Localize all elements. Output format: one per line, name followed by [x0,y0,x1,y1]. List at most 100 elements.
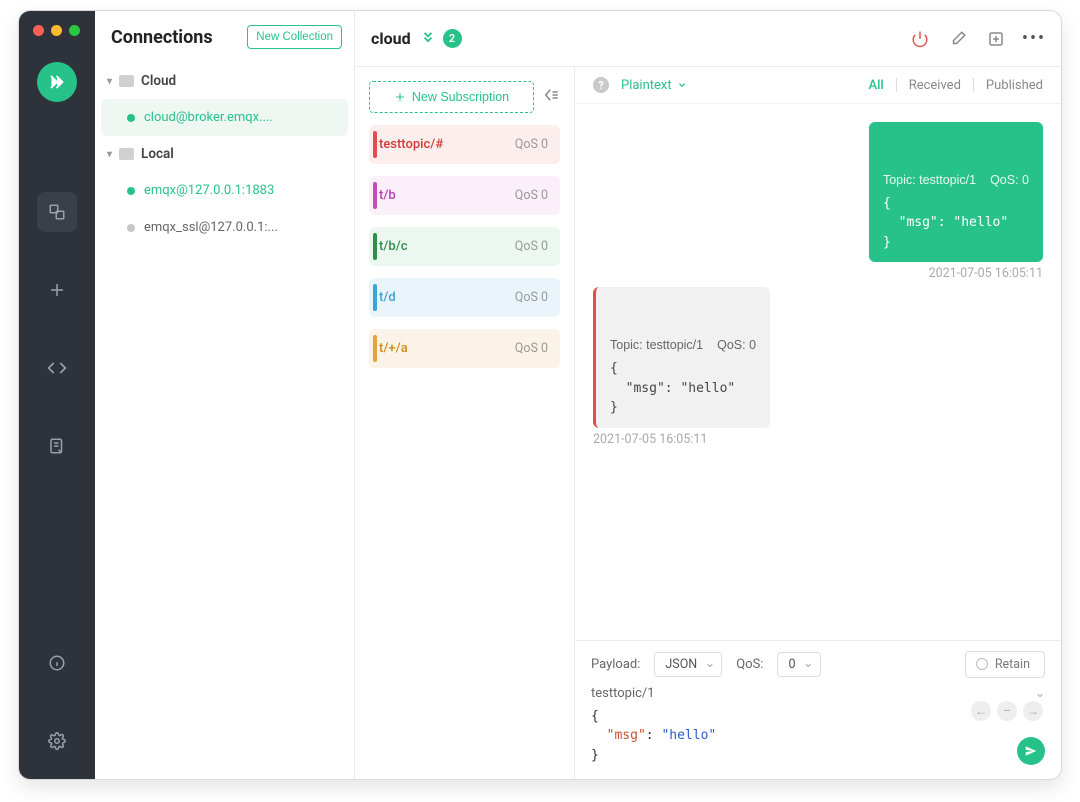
main-area: cloud 2 ••• New Sub [355,11,1061,779]
subscription-qos: QoS 0 [515,290,548,305]
retain-toggle[interactable]: Retain [965,651,1045,678]
payload-value: "hello" [661,728,716,743]
more-menu-button[interactable]: ••• [1023,28,1045,50]
message-topic: Topic: testtopic/1 [883,171,976,190]
main-header: cloud 2 ••• [355,11,1061,67]
subscription-topic: t/+/a [379,341,408,356]
status-dot-icon [127,187,135,195]
nav-connections-icon[interactable] [37,192,77,232]
left-rail [19,11,95,779]
connection-group-local[interactable]: ▾ Local [95,136,354,172]
publish-topic-input[interactable]: testtopic/1 ⌄ [591,686,1045,701]
close-window-icon[interactable] [33,25,44,36]
publish-topic-value: testtopic/1 [591,686,655,701]
connection-label: emqx@127.0.0.1:1883 [144,183,274,198]
connections-title: Connections [111,27,213,48]
payload-format-label: Plaintext [621,78,672,93]
connections-panel: Connections New Collection ▾ Cloud cloud… [95,11,355,779]
subscription-topic: t/d [379,290,396,305]
subscription-topic: testtopic/# [379,137,443,152]
group-label: Cloud [141,73,176,89]
filter-tab-received[interactable]: Received [909,78,961,93]
folder-icon [119,75,134,87]
connection-item-cloud-broker[interactable]: cloud@broker.emqx.... [101,99,348,136]
subscription-qos: QoS 0 [515,341,548,356]
message-received: Topic: testtopic/1 QoS: 0 { "msg": "hell… [593,287,1043,446]
subscription-qos: QoS 0 [515,137,548,152]
new-subscription-label: New Subscription [412,90,509,104]
retain-label: Retain [995,657,1030,672]
payload-key: "msg" [607,728,646,743]
status-dot-icon [127,114,135,122]
message-qos: QoS: 0 [717,336,756,355]
subscription-qos: QoS 0 [515,188,548,203]
subscription-item[interactable]: t/d QoS 0 [369,278,560,317]
folder-icon [119,148,134,160]
message-bubble[interactable]: Topic: testtopic/1 QoS: 0 { "msg": "hell… [593,287,770,427]
nav-log-icon[interactable] [37,426,77,466]
connection-title: cloud [371,29,411,48]
subscription-item[interactable]: t/b QoS 0 [369,176,560,215]
nav-script-icon[interactable] [37,348,77,388]
chevron-down-icon: ⌄ [1035,686,1045,700]
new-window-button[interactable] [985,28,1007,50]
new-collection-button[interactable]: New Collection [247,25,342,49]
app-logo-icon [37,62,77,102]
separator [973,78,974,92]
message-timestamp: 2021-07-05 16:05:11 [593,432,707,447]
history-next-button[interactable]: → [1023,701,1043,721]
qos-select[interactable]: 0 [777,652,820,677]
filter-tab-all[interactable]: All [868,78,883,93]
maximize-window-icon[interactable] [69,25,80,36]
publish-panel: Payload: JSON QoS: 0 Retain testtopic/1 … [575,640,1061,780]
message-sent: Topic: testtopic/1 QoS: 0 { "msg": "hell… [593,122,1043,281]
subscription-item[interactable]: testtopic/# QoS 0 [369,125,560,164]
unread-badge: 2 [443,29,462,48]
payload-format-select[interactable]: JSON [654,652,722,677]
subscription-topic: t/b/c [379,239,408,254]
message-timestamp: 2021-07-05 16:05:11 [929,266,1043,281]
message-topic: Topic: testtopic/1 [610,336,703,355]
message-bubble[interactable]: Topic: testtopic/1 QoS: 0 { "msg": "hell… [869,122,1043,262]
edit-button[interactable] [947,28,969,50]
messages-area[interactable]: Topic: testtopic/1 QoS: 0 { "msg": "hell… [575,104,1061,640]
payload-history-nav: ← – → [971,701,1043,721]
messages-filter-bar: ? Plaintext All Received Published [575,67,1061,104]
window-controls [33,25,80,36]
payload-label: Payload: [591,657,640,672]
history-mid-button[interactable]: – [997,701,1017,721]
nav-add-icon[interactable] [37,270,77,310]
separator [896,78,897,92]
chevron-down-icon: ▾ [107,149,112,160]
subscription-item[interactable]: t/b/c QoS 0 [369,227,560,266]
subscription-item[interactable]: t/+/a QoS 0 [369,329,560,368]
disconnect-button[interactable] [909,28,931,50]
nav-settings-icon[interactable] [37,721,77,761]
history-prev-button[interactable]: ← [971,701,991,721]
connection-label: emqx_ssl@127.0.0.1:... [144,220,278,235]
payload-format-toggle[interactable]: Plaintext [621,78,687,93]
new-subscription-button[interactable]: New Subscription [369,81,534,113]
minimize-window-icon[interactable] [51,25,62,36]
filter-tab-published[interactable]: Published [986,78,1043,93]
nav-info-icon[interactable] [37,643,77,683]
expand-icon[interactable] [421,30,435,48]
connection-item-emqx-local[interactable]: emqx@127.0.0.1:1883 [95,172,354,209]
subscription-qos: QoS 0 [515,239,548,254]
connection-item-emqx-ssl[interactable]: emqx_ssl@127.0.0.1:... [95,209,354,246]
message-body: { "msg": "hello" } [883,196,1008,250]
info-icon[interactable]: ? [593,77,609,93]
qos-label: QoS: [736,657,763,672]
connection-group-cloud[interactable]: ▾ Cloud [95,63,354,99]
send-button[interactable] [1017,737,1045,765]
chevron-down-icon: ▾ [107,76,112,87]
message-body: { "msg": "hello" } [610,361,735,415]
subscriptions-panel: New Subscription testtopic/# QoS 0 t/b Q… [355,67,575,779]
connection-label: cloud@broker.emqx.... [144,110,273,125]
radio-icon [976,658,988,670]
subscription-topic: t/b [379,188,396,203]
group-label: Local [141,146,174,162]
collapse-subscriptions-icon[interactable] [542,86,560,108]
status-dot-icon [127,224,135,232]
message-qos: QoS: 0 [990,171,1029,190]
